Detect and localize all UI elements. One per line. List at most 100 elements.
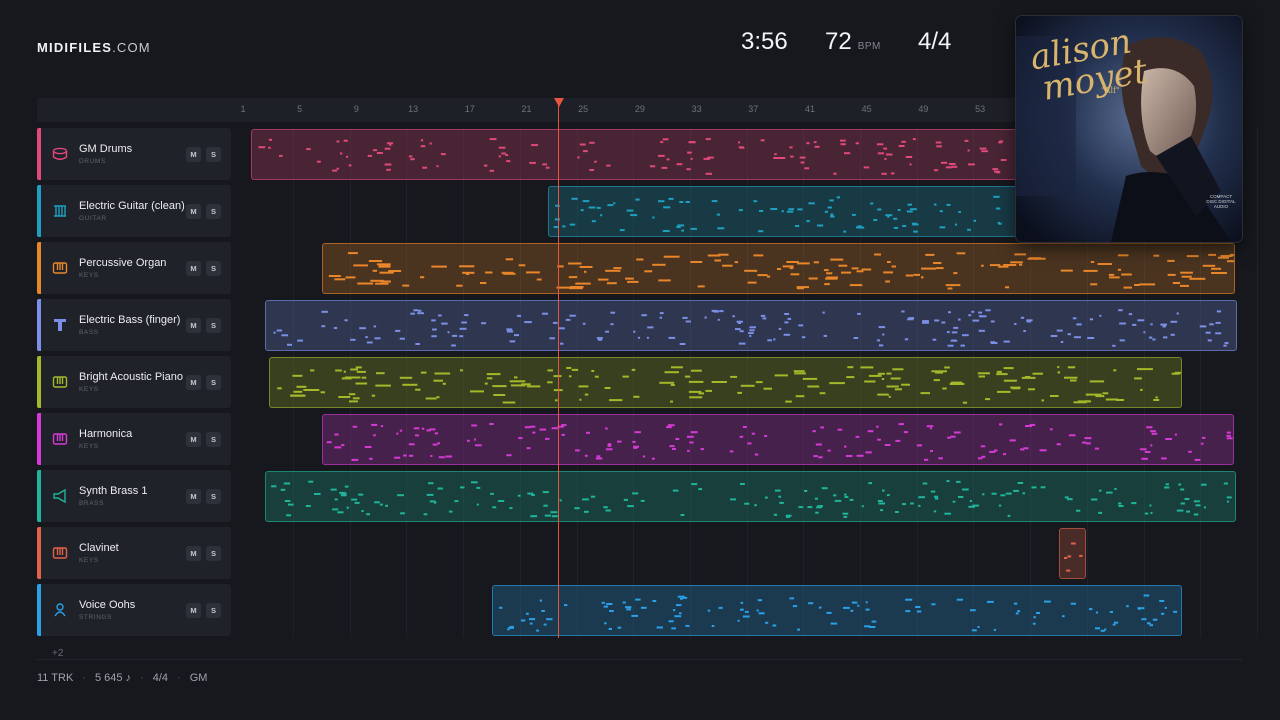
track-header[interactable]: Percussive Organ KEYS M S: [37, 242, 231, 294]
time-signature: 4/4: [918, 28, 952, 55]
keys-icon: [52, 260, 68, 276]
mute-button[interactable]: M: [186, 204, 201, 219]
ruler-tick: 29: [634, 104, 645, 114]
ruler-tick: 33: [691, 104, 702, 114]
solo-button[interactable]: S: [206, 204, 221, 219]
track-header[interactable]: Electric Bass (finger) BASS M S: [37, 299, 231, 351]
footer-divider: [37, 659, 1242, 660]
solo-button[interactable]: S: [206, 546, 221, 561]
mute-button[interactable]: M: [186, 432, 201, 447]
voice-icon: [52, 602, 68, 618]
track-name: GM Drums: [79, 143, 133, 155]
track-name: Electric Bass (finger): [79, 314, 181, 326]
track-color-bar: [37, 185, 41, 237]
footer-track-count: 11 TRK: [37, 672, 74, 684]
guitar-icon: [52, 203, 68, 219]
playhead[interactable]: [558, 104, 559, 638]
more-tracks-indicator[interactable]: +2: [52, 648, 63, 659]
midi-clip[interactable]: [265, 300, 1237, 351]
ruler-tick: 45: [861, 104, 872, 114]
footer-note-count: 5 645 ♪: [94, 672, 132, 684]
ruler-tick: 49: [918, 104, 929, 114]
solo-button[interactable]: S: [206, 375, 221, 390]
note-pattern: [271, 480, 1232, 518]
track-color-bar: [37, 527, 41, 579]
ruler-tick: 37: [748, 104, 759, 114]
track-header[interactable]: Clavinet KEYS M S: [37, 527, 231, 579]
solo-button[interactable]: S: [206, 603, 221, 618]
ruler-tick: 5: [297, 104, 303, 114]
solo-button[interactable]: S: [206, 147, 221, 162]
horn-icon: [52, 488, 68, 504]
track-header[interactable]: Electric Guitar (clean) GUITAR M S: [37, 185, 231, 237]
track-category: BRASS: [79, 500, 105, 507]
midi-clip[interactable]: [269, 357, 1182, 408]
track-name: Electric Guitar (clean): [79, 200, 185, 212]
solo-button[interactable]: S: [206, 489, 221, 504]
track-name: Voice Oohs: [79, 599, 136, 611]
keys-icon: [52, 431, 68, 447]
grid-line: [1256, 128, 1258, 638]
mute-button[interactable]: M: [186, 318, 201, 333]
note-pattern: [499, 594, 1178, 632]
track-name: Synth Brass 1: [79, 485, 148, 497]
track-name: Percussive Organ: [79, 257, 167, 269]
midi-clip[interactable]: [265, 471, 1236, 522]
ruler-tick: 41: [804, 104, 816, 114]
track-category: DRUMS: [79, 158, 106, 165]
track-color-bar: [37, 299, 41, 351]
solo-button[interactable]: S: [206, 318, 221, 333]
track-header[interactable]: GM Drums DRUMS M S: [37, 128, 231, 180]
track-name: Clavinet: [79, 542, 119, 554]
footer-signature: 4/4: [152, 672, 169, 684]
track-header[interactable]: Harmonica KEYS M S: [37, 413, 231, 465]
ruler-tick: 9: [353, 104, 359, 114]
note-pattern: [328, 252, 1234, 290]
mute-button[interactable]: M: [186, 147, 201, 162]
ruler-tick: 17: [464, 104, 475, 114]
track-color-bar: [37, 413, 41, 465]
footer-info: 11 TRK · 5 645 ♪ · 4/4 · GM: [37, 672, 208, 684]
midi-clip[interactable]: [322, 243, 1235, 294]
track-category: KEYS: [79, 386, 99, 393]
mute-button[interactable]: M: [186, 489, 201, 504]
mute-button[interactable]: M: [186, 546, 201, 561]
track-category: KEYS: [79, 557, 99, 564]
track-color-bar: [37, 128, 41, 180]
ruler-tick: 1: [240, 104, 246, 114]
track-header[interactable]: Bright Acoustic Piano KEYS M S: [37, 356, 231, 408]
bass-icon: [52, 317, 68, 333]
note-pattern: [273, 309, 1229, 347]
tempo-unit: BPM: [857, 41, 881, 52]
midi-clip[interactable]: [1059, 528, 1086, 579]
track-category: BASS: [79, 329, 99, 336]
keys-icon: [52, 545, 68, 561]
note-pattern: [277, 366, 1181, 404]
playhead-handle[interactable]: [554, 98, 564, 107]
track-header[interactable]: Synth Brass 1 BRASS M S: [37, 470, 231, 522]
track-color-bar: [37, 584, 41, 636]
track-name: Harmonica: [79, 428, 133, 440]
track-category: GUITAR: [79, 215, 107, 222]
cd-logo: COMPACT DISC DIGITAL AUDIO: [1206, 194, 1236, 209]
solo-button[interactable]: S: [206, 432, 221, 447]
tempo-value: 72: [825, 28, 852, 55]
track-name: Bright Acoustic Piano: [79, 371, 183, 383]
keys-icon: [52, 374, 68, 390]
ruler-tick: 13: [408, 104, 419, 114]
solo-button[interactable]: S: [206, 261, 221, 276]
ruler-tick: 53: [975, 104, 986, 114]
track-color-bar: [37, 470, 41, 522]
track-category: KEYS: [79, 443, 99, 450]
midi-clip[interactable]: [492, 585, 1182, 636]
midi-clip[interactable]: [322, 414, 1234, 465]
drum-icon: [52, 146, 68, 162]
track-category: STRINGS: [79, 614, 113, 621]
mute-button[interactable]: M: [186, 603, 201, 618]
brand-logo[interactable]: MIDIFILES.COM: [37, 40, 151, 55]
mute-button[interactable]: M: [186, 375, 201, 390]
track-header[interactable]: Voice Oohs STRINGS M S: [37, 584, 231, 636]
footer-standard: GM: [189, 672, 208, 684]
track-category: KEYS: [79, 272, 99, 279]
mute-button[interactable]: M: [186, 261, 201, 276]
